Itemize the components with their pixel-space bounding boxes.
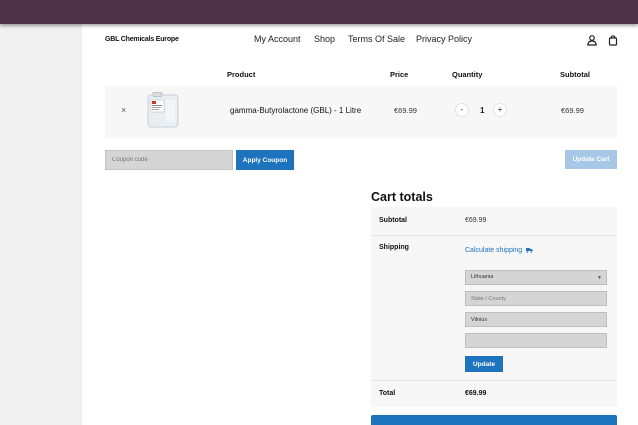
divider bbox=[371, 235, 617, 236]
browser-top-bar bbox=[0, 0, 638, 24]
nav-privacy-policy[interactable]: Privacy Policy bbox=[416, 34, 472, 44]
cart-item-row: × gamma-Butyrolactone (GBL) - 1 Litre €6… bbox=[105, 86, 617, 138]
quantity-decrease-button[interactable]: - bbox=[455, 103, 469, 117]
quantity-increase-button[interactable]: + bbox=[493, 103, 507, 117]
column-header-product: Product bbox=[227, 70, 256, 79]
country-selected-value: Lithuania bbox=[471, 274, 494, 280]
product-price: €69.99 bbox=[394, 106, 417, 115]
site-logo[interactable]: GBL Chemicals Europe bbox=[105, 36, 179, 43]
total-value: €69.99 bbox=[465, 390, 487, 397]
cart-totals-table: Subtotal €69.99 Shipping Calculate shipp… bbox=[371, 207, 617, 407]
city-input[interactable] bbox=[465, 312, 607, 327]
cart-totals-heading: Cart totals bbox=[371, 190, 433, 204]
proceed-to-checkout-button[interactable] bbox=[371, 415, 617, 425]
calculate-shipping-link[interactable]: Calculate shipping bbox=[465, 247, 533, 254]
quantity-value[interactable]: 1 bbox=[480, 106, 484, 115]
nav-my-account[interactable]: My Account bbox=[254, 34, 301, 44]
bag-icon[interactable] bbox=[607, 34, 619, 46]
account-icon[interactable] bbox=[586, 34, 598, 46]
postcode-input[interactable] bbox=[465, 333, 607, 348]
total-label: Total bbox=[379, 390, 396, 397]
column-header-quantity: Quantity bbox=[452, 70, 483, 79]
calculate-shipping-text: Calculate shipping bbox=[465, 247, 523, 254]
state-county-input[interactable] bbox=[465, 291, 607, 306]
remove-item-button[interactable]: × bbox=[121, 105, 126, 115]
subtotal-value: €69.99 bbox=[465, 217, 487, 224]
column-header-subtotal: Subtotal bbox=[560, 70, 590, 79]
product-name-link[interactable]: gamma-Butyrolactone (GBL) - 1 Litre bbox=[230, 106, 361, 115]
product-subtotal: €69.99 bbox=[561, 106, 584, 115]
truck-icon bbox=[526, 248, 533, 253]
divider bbox=[371, 380, 617, 381]
shipping-label: Shipping bbox=[379, 244, 409, 251]
nav-shop[interactable]: Shop bbox=[314, 34, 335, 44]
subtotal-label: Subtotal bbox=[379, 217, 407, 224]
nav-terms-of-sale[interactable]: Terms Of Sale bbox=[348, 34, 405, 44]
update-cart-button[interactable]: Update Cart bbox=[565, 150, 617, 169]
apply-coupon-button[interactable]: Apply Coupon bbox=[236, 150, 294, 170]
update-shipping-button[interactable]: Update bbox=[465, 356, 503, 372]
cart-page: GBL Chemicals Europe My Account Shop Ter… bbox=[82, 24, 638, 425]
country-select[interactable]: Lithuania ▼ bbox=[465, 270, 607, 285]
chevron-down-icon: ▼ bbox=[597, 275, 602, 281]
product-thumbnail[interactable] bbox=[144, 92, 182, 130]
column-header-price: Price bbox=[390, 70, 409, 79]
coupon-code-input[interactable] bbox=[105, 150, 233, 170]
